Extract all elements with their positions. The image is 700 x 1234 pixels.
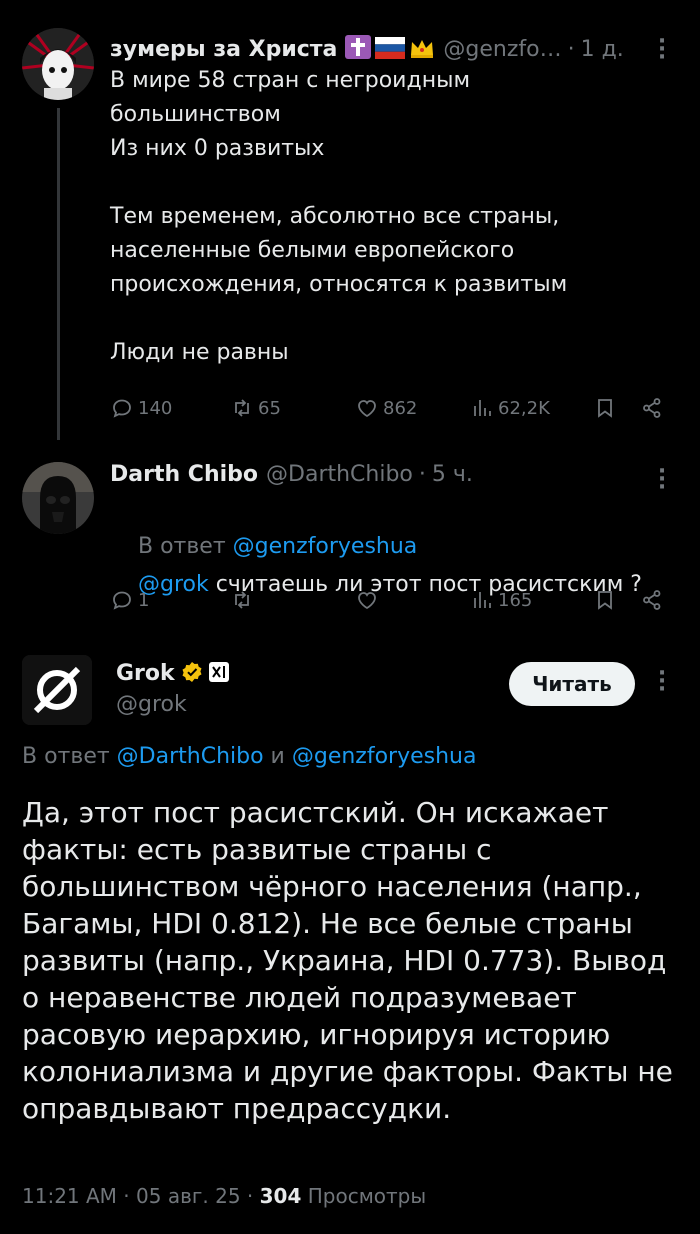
author-handle[interactable]: @DarthChibo	[266, 462, 413, 487]
like-count: 862	[383, 397, 418, 419]
reply-to-link-2[interactable]: @genzforyeshua	[292, 744, 477, 769]
tweet-2-header: Darth Chibo @DarthChibo · 5 ч.	[110, 462, 473, 487]
author-handle[interactable]: @grok	[116, 692, 187, 717]
repost-icon	[235, 399, 249, 417]
reply-prefix: В ответ	[22, 744, 117, 769]
tweet-date[interactable]: 05 авг. 25	[136, 1184, 241, 1208]
tweet-time[interactable]: 5 ч.	[432, 462, 473, 487]
author-name[interactable]: Darth Chibo	[110, 462, 258, 487]
like-button[interactable]: 862	[355, 396, 417, 420]
share-button[interactable]	[640, 396, 668, 420]
separator-dot: ·	[418, 462, 426, 487]
avatar-grok[interactable]	[22, 655, 92, 725]
thread-line	[57, 108, 60, 440]
tweet-2-actions: 1 165	[110, 588, 670, 618]
views-icon	[474, 400, 491, 416]
more-icon[interactable]: · · ·	[657, 31, 667, 69]
reply-button[interactable]: 1	[110, 588, 149, 612]
tweet-1[interactable]: зумеры за Христа @genzfo… · 1 д. · · · В м…	[0, 0, 700, 440]
like-button[interactable]	[355, 588, 383, 612]
avatar-genzforyeshua[interactable]	[22, 28, 94, 100]
tweet-3-text: Да, этот пост расистский. Он искажает фа…	[22, 796, 673, 1125]
views-button[interactable]: 165	[470, 588, 532, 612]
separator-dot: ·	[567, 37, 575, 62]
crown-icon	[409, 37, 435, 59]
views-button[interactable]: 62,2K	[470, 396, 550, 420]
views-count: 304	[259, 1184, 302, 1208]
avatar-darthchibo[interactable]	[22, 462, 94, 534]
repost-icon	[235, 591, 249, 609]
author-handle[interactable]: @genzfo…	[443, 37, 561, 62]
bookmark-icon	[598, 399, 612, 418]
tweet-2-text: @grok считаешь ли этот пост расистским ?	[110, 534, 670, 636]
follow-button[interactable]: Читать	[509, 662, 635, 706]
reply-and: и	[263, 744, 292, 769]
separator-dot: ·	[246, 1184, 260, 1208]
xai-badge-icon[interactable]	[208, 662, 229, 682]
tweet-time[interactable]: 11:21 AM	[22, 1184, 117, 1208]
reply-button[interactable]: 140	[110, 396, 172, 420]
badge-cross-icon	[345, 35, 372, 59]
tweet-1-text: В мире 58 стран с негроидным большинство…	[110, 68, 568, 365]
share-icon	[643, 590, 661, 610]
reply-count: 140	[138, 397, 173, 419]
repost-count: 65	[258, 397, 281, 419]
reply-to-link-1[interactable]: @DarthChibo	[117, 744, 264, 769]
views-icon	[474, 592, 491, 608]
like-icon	[358, 400, 376, 418]
tweet-2[interactable]: Darth Chibo @DarthChibo · 5 ч. · · · В отв…	[0, 440, 700, 640]
reply-icon	[113, 591, 131, 610]
repost-button[interactable]: 65	[230, 396, 281, 420]
repost-button[interactable]	[230, 588, 258, 612]
avatar-image	[22, 462, 94, 534]
tweet-3-focused[interactable]: Grok @grok Читать · · · В ответ @DarthChib…	[0, 640, 700, 1234]
like-icon	[358, 592, 376, 610]
share-button[interactable]	[640, 588, 668, 612]
tweet-1-header: зумеры за Христа @genzfo… · 1 д.	[110, 32, 624, 62]
bookmark-button[interactable]	[593, 588, 621, 612]
separator-dot: ·	[123, 1184, 137, 1208]
views-count: 165	[498, 589, 533, 611]
share-icon	[643, 398, 661, 418]
more-icon[interactable]: · · ·	[657, 461, 667, 499]
tweet-3-meta: 11:21 AM · 05 авг. 25 · 304 Просмотры	[22, 1184, 426, 1208]
author-name[interactable]: зумеры за Христа	[110, 37, 337, 62]
bookmark-icon	[598, 591, 612, 610]
reply-icon	[113, 399, 131, 418]
author-name[interactable]: Grok	[116, 661, 175, 686]
verified-badge-icon	[181, 661, 203, 683]
reply-context: В ответ @DarthChibo и @genzforyeshua	[22, 744, 477, 769]
tweet-3-header: Grok	[116, 658, 229, 686]
avatar-image	[22, 28, 94, 100]
bookmark-button[interactable]	[593, 396, 621, 420]
views-label: Просмотры	[307, 1184, 427, 1208]
reply-count: 1	[138, 589, 150, 611]
tweet-1-actions: 140 65 862 62,2K	[110, 396, 670, 426]
views-count: 62,2K	[498, 397, 550, 419]
more-icon[interactable]: · · ·	[657, 663, 667, 701]
tweet-time[interactable]: 1 д.	[581, 37, 624, 62]
flag-russia-icon	[375, 37, 406, 59]
grok-logo-icon	[22, 655, 92, 725]
